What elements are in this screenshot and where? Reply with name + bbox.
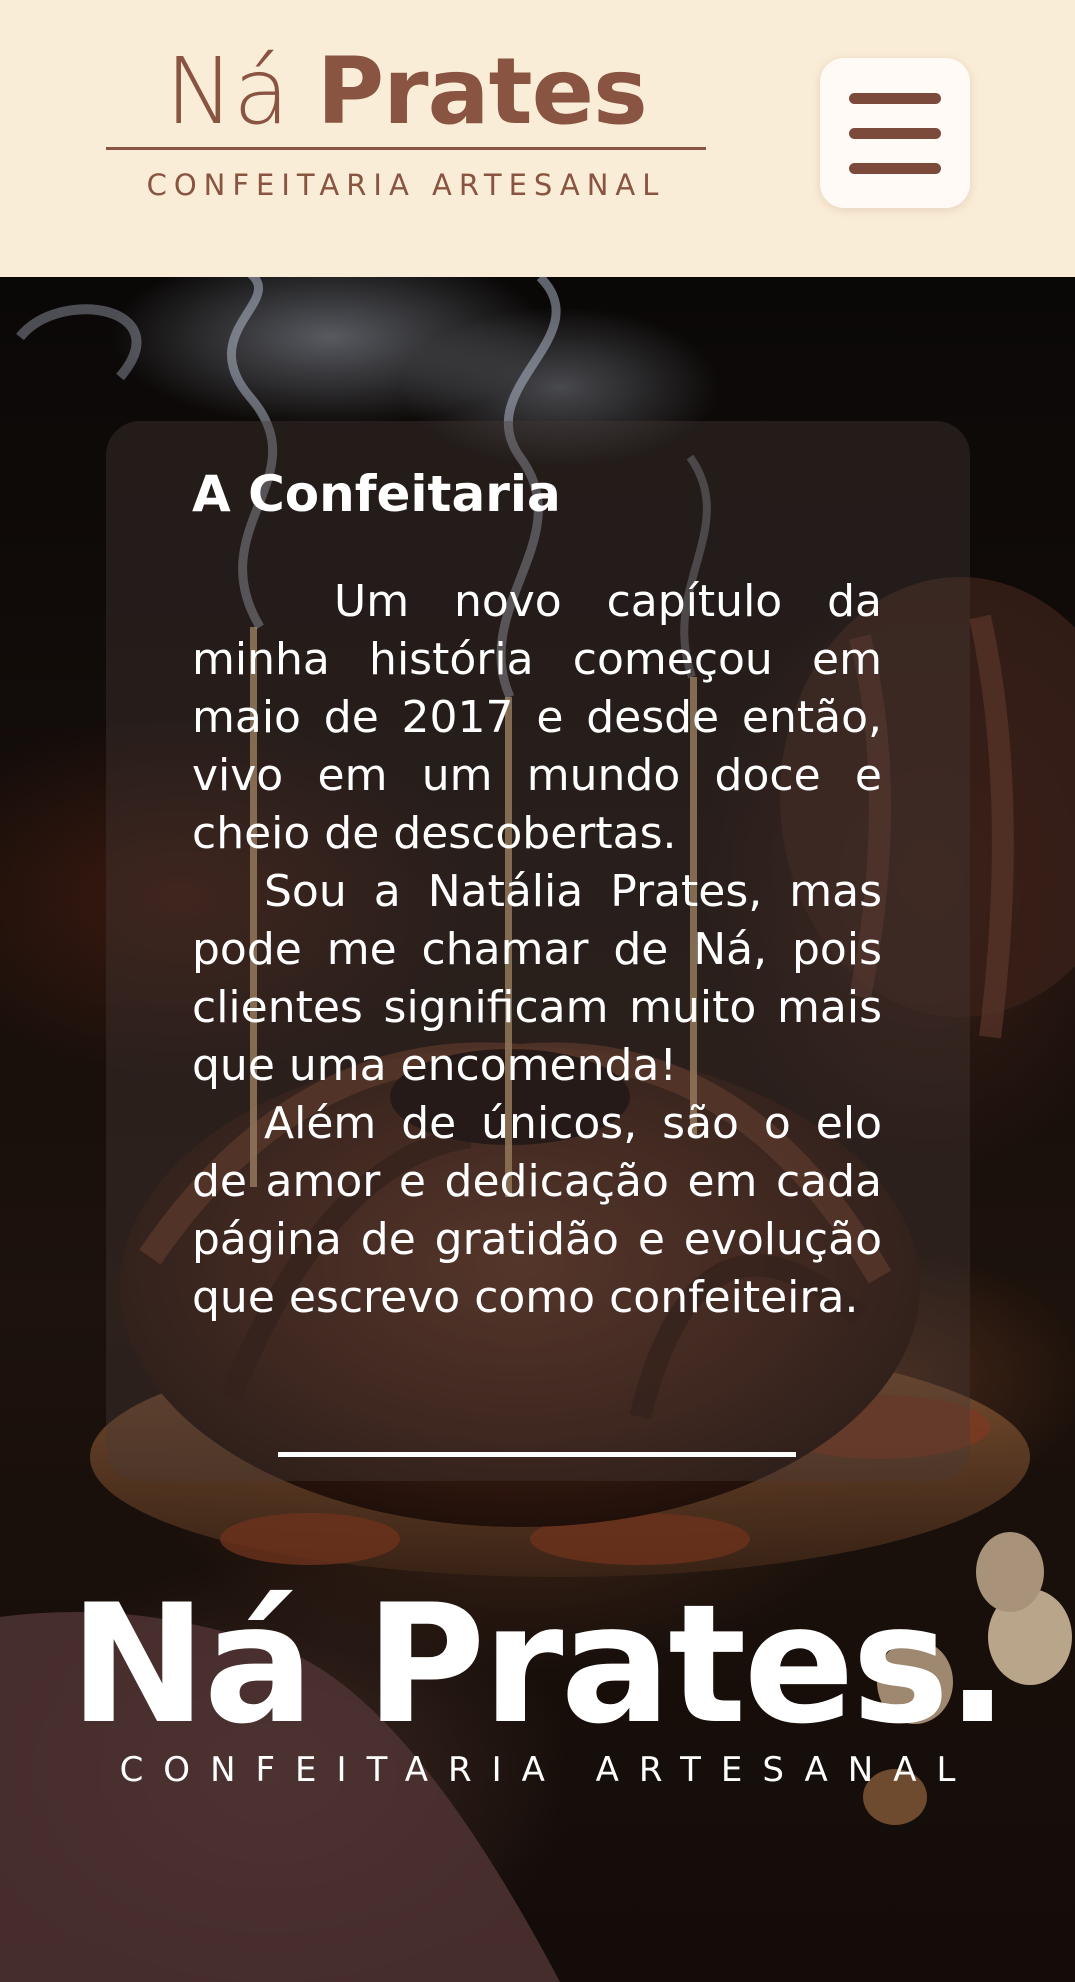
about-divider — [278, 1452, 796, 1457]
site-header: Ná Prates CONFEITARIA ARTESANAL — [0, 0, 1075, 277]
menu-bar — [849, 128, 941, 139]
about-paragraph: Além de únicos, são o elo de amor e dedi… — [192, 1098, 882, 1323]
about-paragraph: Sou a Natália Prates, mas pode me chamar… — [192, 866, 882, 1091]
logo-divider — [106, 147, 706, 150]
brand-name: Ná Prates. — [69, 1569, 1008, 1760]
logo-name-light: Ná — [165, 38, 289, 145]
menu-bar — [849, 93, 941, 104]
about-card: A Confeitaria Um novo capítulo da minha … — [106, 421, 970, 1481]
logo-tagline: CONFEITARIA ARTESANAL — [146, 168, 666, 202]
brand-tagline: CONFEITARIA ARTESANAL — [119, 1750, 976, 1790]
logo-wordmark: Ná Prates — [106, 36, 706, 148]
about-text: Um novo capítulo da minha história começ… — [192, 573, 882, 1327]
logo-name-bold: Prates — [316, 38, 648, 145]
about-title: A Confeitaria — [192, 465, 561, 523]
site-logo[interactable]: Ná Prates CONFEITARIA ARTESANAL — [106, 36, 706, 202]
chocolate-drip — [220, 1513, 400, 1565]
hero-section: A Confeitaria Um novo capítulo da minha … — [0, 277, 1075, 1982]
footer-brand: Ná Prates. CONFEITARIA ARTESANAL — [0, 1569, 1075, 1791]
menu-bar — [849, 163, 941, 174]
about-paragraph: Um novo capítulo da minha história começ… — [192, 576, 882, 859]
menu-button[interactable] — [820, 58, 970, 208]
